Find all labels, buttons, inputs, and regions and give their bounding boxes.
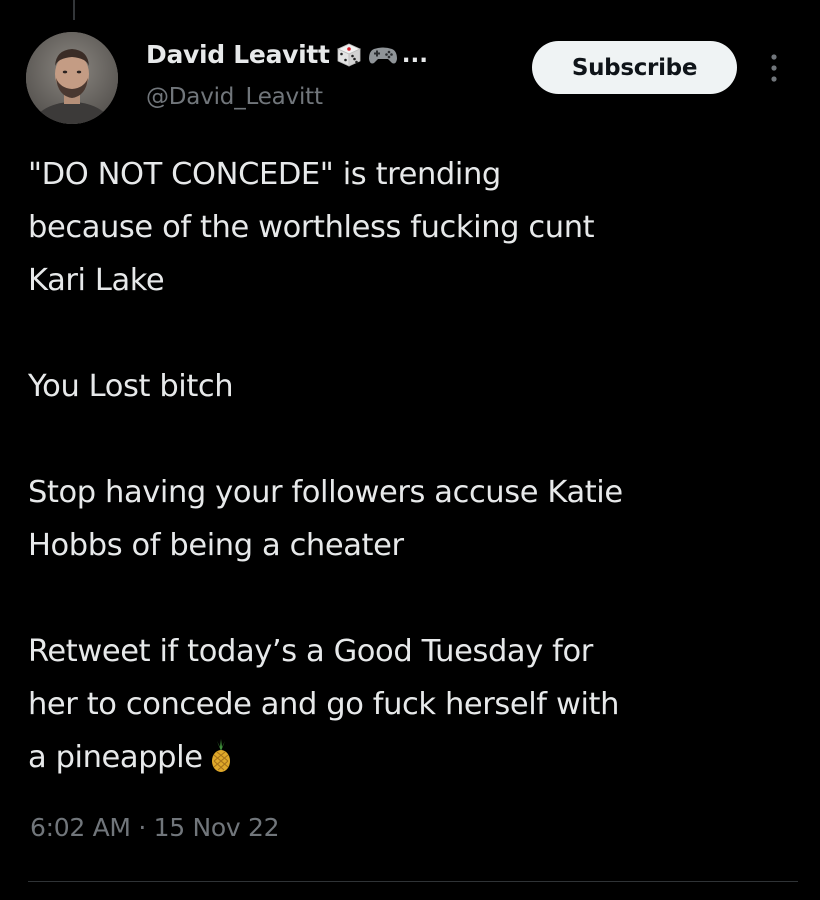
tweet-line: You Lost bitch [28,369,234,404]
tweet-line: because of the worthless fucking cunt [28,210,595,245]
subscribe-button[interactable]: Subscribe [532,41,737,94]
game-die-icon [336,42,362,68]
tweet-timestamp[interactable]: 6:02 AM · 15 Nov 22 [30,813,280,842]
author-display-name[interactable]: David Leavitt [146,40,330,69]
tweet-time[interactable]: 6:02 AM [30,813,131,842]
tweet-line: Kari Lake [28,263,165,298]
name-truncation-ellipsis: ... [401,41,428,68]
avatar-photo [26,32,118,124]
tweet-text: "DO NOT CONCEDE" is trending because of … [28,148,798,790]
more-vertical-icon [771,54,777,82]
author-handle[interactable]: @David_Leavitt [146,84,323,110]
pineapple-icon [209,737,233,790]
tweet-date[interactable]: 15 Nov 22 [154,813,280,842]
more-options-button[interactable] [760,48,788,88]
tweet-line: Hobbs of being a cheater [28,528,404,563]
tweet-paragraph: Retweet if today’s a Good Tuesday for he… [28,625,798,790]
video-game-icon [368,43,398,67]
tweet-line-text: a pineapple [28,740,203,775]
tweet-paragraph: You Lost bitch [28,360,798,413]
tweet-paragraph: "DO NOT CONCEDE" is trending because of … [28,148,798,307]
thread-connector-line [73,0,75,20]
author-name-row[interactable]: David Leavitt ... [146,40,428,69]
timestamp-separator: · [138,813,146,842]
tweet-line: Stop having your followers accuse Katie [28,475,623,510]
tweet-line-last: a pineapple [28,731,798,790]
tweet-paragraph: Stop having your followers accuse Katie … [28,466,798,572]
divider [28,881,798,882]
avatar[interactable] [26,32,118,124]
tweet-line: Retweet if today’s a Good Tuesday for [28,634,593,669]
tweet-line: "DO NOT CONCEDE" is trending [28,157,501,192]
tweet-line: her to concede and go fuck herself with [28,687,620,722]
